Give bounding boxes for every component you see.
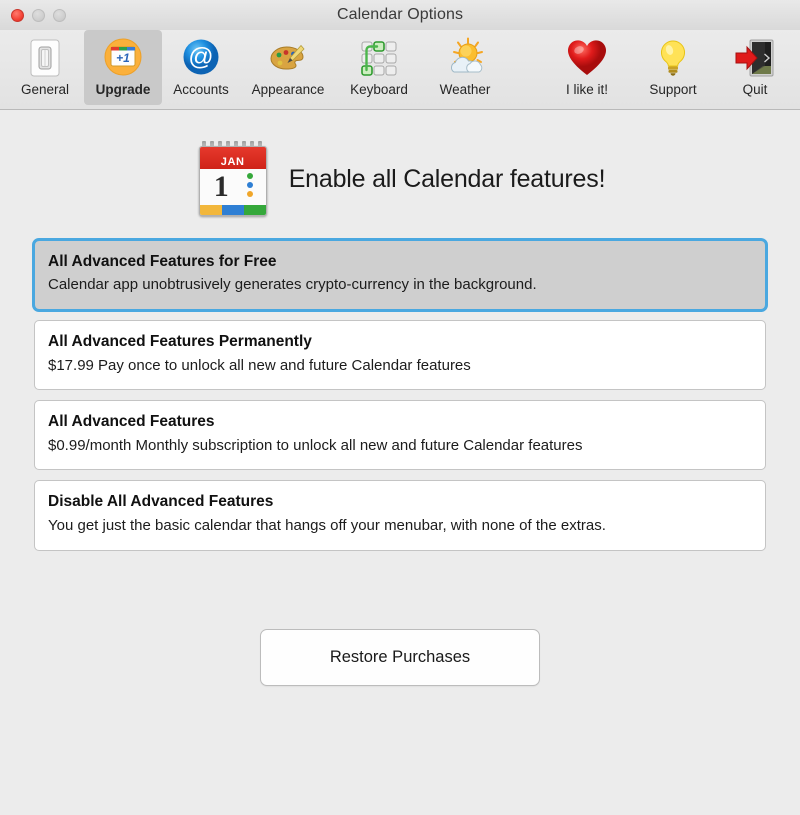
calendar-options-window: Calendar Options General +1 Upgrade @ Ac… bbox=[0, 0, 800, 815]
upgrade-options-list: All Advanced Features for Free Calendar … bbox=[32, 237, 768, 551]
lightbulb-icon bbox=[650, 35, 696, 81]
window-title: Calendar Options bbox=[336, 6, 464, 23]
option-card-disable[interactable]: Disable All Advanced Features You get ju… bbox=[34, 480, 766, 551]
toolbar-right-group: I like it! Support Quit bbox=[544, 30, 794, 100]
option-description: You get just the basic calendar that han… bbox=[48, 516, 606, 534]
light-switch-icon bbox=[22, 35, 68, 81]
option-description: $0.99/month Monthly subscription to unlo… bbox=[48, 436, 583, 454]
maximize-button[interactable] bbox=[53, 9, 66, 22]
option-card-free[interactable]: All Advanced Features for Free Calendar … bbox=[32, 237, 768, 313]
content-area: JAN 1 Enable all Calendar features! All … bbox=[0, 110, 800, 815]
minimize-button[interactable] bbox=[32, 9, 45, 22]
toolbar-item-i-like-it[interactable]: I like it! bbox=[544, 30, 630, 100]
calendar-footer-bars bbox=[199, 205, 266, 215]
window-controls bbox=[11, 9, 66, 22]
calendar-month: JAN bbox=[199, 147, 266, 169]
toolbar-item-appearance[interactable]: Appearance bbox=[240, 30, 336, 100]
toolbar-item-quit[interactable]: Quit bbox=[716, 30, 794, 100]
sun-cloud-icon bbox=[442, 35, 488, 81]
at-sign-icon: @ bbox=[178, 35, 224, 81]
toolbar-item-support[interactable]: Support bbox=[630, 30, 716, 100]
paint-palette-icon bbox=[265, 35, 311, 81]
option-description: $17.99 Pay once to unlock all new and fu… bbox=[48, 356, 471, 374]
hero-section: JAN 1 Enable all Calendar features! bbox=[34, 110, 766, 240]
toolbar-left-group: General +1 Upgrade @ Accounts Appearance… bbox=[6, 30, 508, 105]
svg-text:@: @ bbox=[188, 43, 213, 71]
toolbar-label-general: General bbox=[20, 82, 70, 97]
svg-text:+1: +1 bbox=[116, 51, 130, 65]
toolbar-label-quit: Quit bbox=[742, 82, 768, 97]
toolbar-label-support: Support bbox=[649, 82, 697, 97]
toolbar-label-accounts: Accounts bbox=[173, 82, 229, 97]
toolbar-label-i-like-it: I like it! bbox=[565, 82, 608, 97]
toolbar-item-general[interactable]: General bbox=[6, 30, 84, 100]
option-title: Disable All Advanced Features bbox=[48, 493, 274, 511]
close-button[interactable] bbox=[11, 9, 24, 22]
option-title: All Advanced Features bbox=[48, 413, 215, 431]
option-card-permanent[interactable]: All Advanced Features Permanently $17.99… bbox=[34, 320, 766, 391]
restore-purchases-button[interactable]: Restore Purchases bbox=[260, 628, 540, 686]
toolbar-label-appearance: Appearance bbox=[251, 82, 325, 97]
toolbar: General +1 Upgrade @ Accounts Appearance… bbox=[0, 30, 800, 110]
title-bar: Calendar Options bbox=[0, 0, 800, 30]
option-description: Calendar app unobtrusively generates cry… bbox=[48, 276, 537, 294]
toolbar-label-keyboard: Keyboard bbox=[350, 82, 408, 97]
calendar-plus-one-icon: +1 bbox=[100, 35, 146, 81]
option-title: All Advanced Features for Free bbox=[48, 253, 277, 270]
exit-door-arrow-icon bbox=[732, 35, 778, 81]
toolbar-item-weather[interactable]: Weather bbox=[422, 30, 508, 100]
calendar-icon: JAN 1 bbox=[195, 140, 269, 218]
toolbar-label-weather: Weather bbox=[439, 82, 491, 97]
toolbar-item-upgrade[interactable]: +1 Upgrade bbox=[84, 30, 162, 105]
calendar-day: 1 bbox=[213, 170, 229, 203]
footer-area: Restore Purchases bbox=[34, 551, 766, 686]
keyboard-shortcut-grid-icon bbox=[356, 35, 402, 81]
option-card-monthly[interactable]: All Advanced Features $0.99/month Monthl… bbox=[34, 400, 766, 471]
calendar-event-dots bbox=[246, 173, 253, 197]
page-title: Enable all Calendar features! bbox=[288, 164, 606, 193]
toolbar-item-accounts[interactable]: @ Accounts bbox=[162, 30, 240, 100]
heart-icon bbox=[564, 35, 610, 81]
toolbar-item-keyboard[interactable]: Keyboard bbox=[336, 30, 422, 100]
option-title: All Advanced Features Permanently bbox=[48, 333, 312, 351]
toolbar-label-upgrade: Upgrade bbox=[95, 82, 151, 97]
